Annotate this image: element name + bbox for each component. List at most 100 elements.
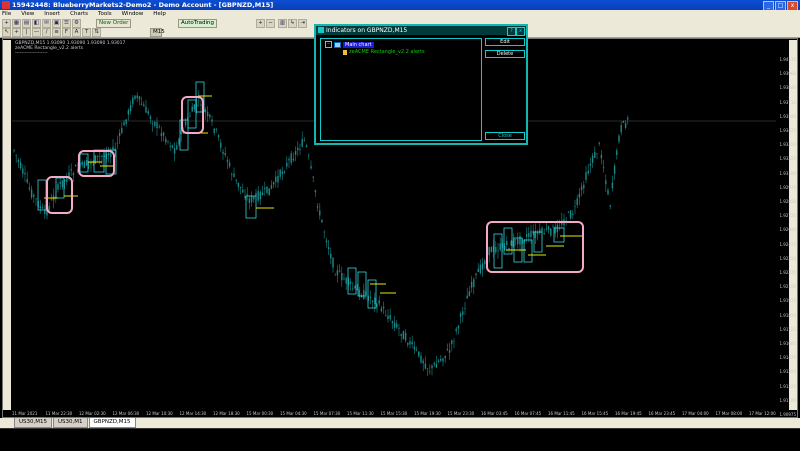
time-label: 17 Mar 04:00 <box>682 411 709 416</box>
data-window-icon[interactable]: ◧ <box>32 19 41 28</box>
dialog-close-button[interactable]: Close <box>485 132 525 140</box>
tab-us30-m15[interactable]: US30,M15 <box>14 418 53 428</box>
edit-button[interactable]: Edit <box>485 38 525 46</box>
time-label: 16 Mar 19:45 <box>615 411 642 416</box>
price-label: 1.91475 <box>779 355 796 361</box>
time-label: 15 Mar 07:30 <box>313 411 341 416</box>
dialog-title-bar: Indicators on GBPNZD,M15 ? x <box>316 26 526 36</box>
channel-icon[interactable]: ≡ <box>52 28 61 37</box>
time-label: 12 Mar 10:30 <box>146 411 173 416</box>
price-label: 1.93475 <box>779 128 796 133</box>
price-label: 1.91605 <box>779 341 796 346</box>
status-bar <box>0 428 800 451</box>
price-label: 1.92100 <box>779 284 796 290</box>
price-label: 1.93350 <box>779 142 796 148</box>
price-label: 1.90975 <box>779 412 796 417</box>
text-tool-icon[interactable]: A <box>72 28 81 37</box>
chart-shift-icon[interactable]: ⇥ <box>298 19 307 28</box>
time-label: 17 Mar 12:00 <box>749 411 776 416</box>
autotrading-button[interactable]: AutoTrading <box>178 19 217 28</box>
price-label: 1.91225 <box>779 383 796 389</box>
zoom-in-icon[interactable]: + <box>256 19 265 28</box>
time-label: 16 Mar 23:45 <box>648 411 676 416</box>
price-label: 1.92975 <box>779 184 796 190</box>
menu-help[interactable]: Help <box>153 10 166 18</box>
price-label: 1.94115 <box>779 57 796 62</box>
time-scale: 11 Mar 2021 11 Mar 22:30 12 Mar 02:30 12 Ma… <box>12 410 777 418</box>
window-title-bar: 15942448: BlueberryMarkets2-Demo2 - Demo… <box>0 0 800 11</box>
tab-gbpnzd-m15[interactable]: GBPNZD,M15 <box>88 418 136 428</box>
indicators-dialog: Indicators on GBPNZD,M15 ? x − Main char… <box>314 24 528 145</box>
menu-window[interactable]: Window <box>122 10 144 18</box>
menu-view[interactable]: View <box>21 10 34 18</box>
time-label: 15 Mar 23:30 <box>447 411 475 416</box>
time-label: 16 Mar 15:45 <box>581 411 609 416</box>
indicator-icon <box>343 49 347 55</box>
crosshair-icon[interactable]: + <box>12 28 21 37</box>
help-icon[interactable]: ? <box>507 27 516 36</box>
label-tool-icon[interactable]: T <box>82 28 91 37</box>
price-label: 1.93715 <box>779 99 796 105</box>
dialog-icon <box>318 27 324 33</box>
time-label: 11 Mar 2021 <box>12 411 38 416</box>
price-scale: 1.94115 1.93960 1.93840 1.93715 1.93590 1.934… <box>777 39 798 417</box>
new-chart-icon[interactable]: + <box>2 19 11 28</box>
chart-tabs: US30,M15 US30,M1 GBPNZD,M15 <box>0 418 800 428</box>
dialog-close-icon[interactable]: x <box>516 27 525 36</box>
market-watch-icon[interactable]: ▤ <box>22 19 31 28</box>
price-label: 1.91975 <box>779 298 796 304</box>
left-scroll-strip[interactable] <box>3 40 11 410</box>
separator-line: -------------------- <box>15 51 48 56</box>
menu-tools[interactable]: Tools <box>98 10 112 18</box>
price-label: 1.92850 <box>779 199 796 204</box>
terminal-icon[interactable]: ▣ <box>52 19 61 28</box>
chart-info: GBPNZD,M15 1.93090 1.93090 1.93090 1.930… <box>15 41 125 56</box>
price-label: 1.92225 <box>779 270 796 275</box>
tab-us30-m1[interactable]: US30,M1 <box>53 418 88 428</box>
time-label: 15 Mar 11:30 <box>347 411 374 416</box>
time-label: 15 Mar 19:30 <box>414 411 441 416</box>
price-label: 1.93225 <box>779 156 796 162</box>
menu-insert[interactable]: Insert <box>44 10 60 18</box>
time-label: 15 Mar 15:30 <box>380 411 408 416</box>
price-label: 1.92600 <box>779 227 796 233</box>
arrows-icon[interactable]: ⇅ <box>92 28 101 37</box>
window-icon <box>334 41 341 48</box>
menu-file[interactable]: File <box>2 10 11 18</box>
time-label: 16 Mar 11:45 <box>548 411 575 416</box>
collapse-icon[interactable]: − <box>325 41 332 48</box>
price-label: 1.91850 <box>779 312 796 318</box>
fibonacci-icon[interactable]: F <box>62 28 71 37</box>
zoom-out-icon[interactable]: − <box>266 19 275 28</box>
tree-node-indicator[interactable]: zeACME Rectangle_v2.2 alerts <box>343 49 425 55</box>
chart-settings-icon[interactable]: ⚙ <box>72 19 81 28</box>
tile-windows-icon[interactable]: ▥ <box>278 19 287 28</box>
time-label: 12 Mar 02:30 <box>79 411 106 416</box>
time-label: 12 Mar 06:30 <box>112 411 140 416</box>
profiles-icon[interactable]: ▦ <box>12 19 21 28</box>
strategy-tester-icon[interactable]: ☰ <box>62 19 71 28</box>
price-label: 1.93840 <box>779 85 796 91</box>
time-label: 16 Mar 07:45 <box>514 411 542 416</box>
tree-node-main-chart[interactable]: − Main chart <box>325 41 374 48</box>
trendline-icon[interactable]: / <box>42 28 51 37</box>
menu-charts[interactable]: Charts <box>70 10 88 18</box>
vertical-line-icon[interactable]: | <box>22 28 31 37</box>
timeframe-m15-button[interactable]: M15 <box>150 28 165 37</box>
price-label: 1.91725 <box>779 326 796 332</box>
navigator-icon[interactable]: ✉ <box>42 19 51 28</box>
price-label: 1.93590 <box>779 113 796 119</box>
indicator-tree: − Main chart zeACME Rectangle_v2.2 alert… <box>320 38 482 141</box>
window-title: 15942448: BlueberryMarkets2-Demo2 - Demo… <box>12 1 274 9</box>
tree-main-label: Main chart <box>343 41 374 48</box>
price-label: 1.93100 <box>779 170 796 176</box>
new-order-button[interactable]: New Order <box>96 19 132 28</box>
autoscroll-icon[interactable]: ↳ <box>288 19 297 28</box>
app-icon <box>2 1 10 9</box>
horizontal-line-icon[interactable]: — <box>32 28 41 37</box>
delete-button[interactable]: Delete <box>485 50 525 58</box>
price-label: 1.91100 <box>779 397 796 403</box>
tree-indicator-label: zeACME Rectangle_v2.2 alerts <box>349 49 425 55</box>
cursor-icon[interactable]: ↖ <box>2 28 11 37</box>
price-label: 1.92350 <box>779 255 796 261</box>
